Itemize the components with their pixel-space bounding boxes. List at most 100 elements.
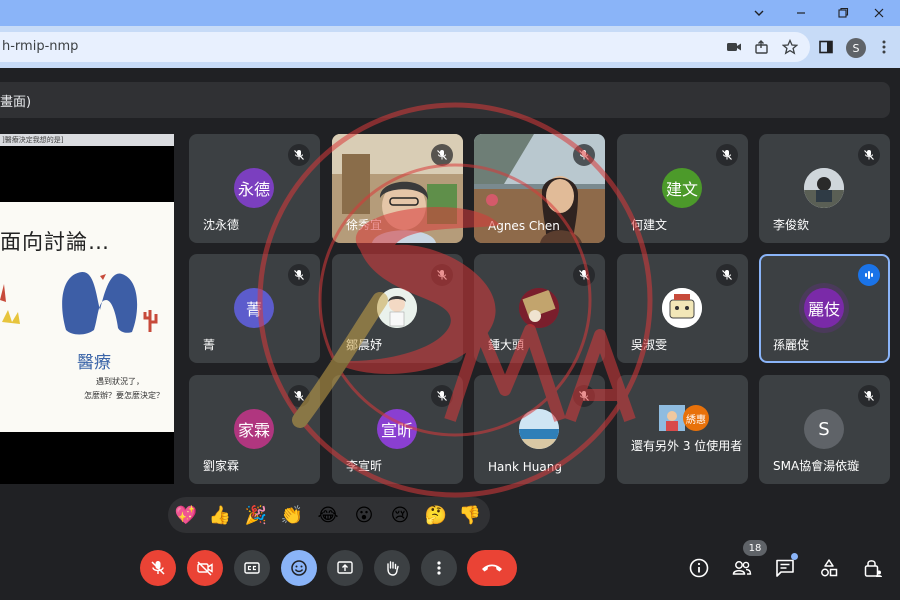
participant-name: 何建文	[631, 218, 668, 232]
participant-tile[interactable]: 鍾大頭	[474, 254, 605, 363]
reaction-laugh[interactable]: 😂	[315, 502, 341, 528]
participant-name: 孫麗伎	[773, 338, 810, 352]
mic-off-icon	[573, 264, 595, 286]
profile-avatar[interactable]: S	[846, 38, 866, 58]
reaction-party[interactable]: 🎉	[243, 502, 269, 528]
participant-tile[interactable]: S SMA協會湯依璇	[759, 375, 890, 484]
slide-keyword: 醫療	[77, 353, 111, 373]
raise-hand-button[interactable]	[374, 550, 410, 586]
meeting-details-button[interactable]	[686, 555, 712, 581]
shapes-icon	[821, 559, 838, 577]
participant-tile[interactable]: 徐秀宜	[332, 134, 463, 243]
info-icon	[689, 558, 709, 578]
slide-caption-line2: 怎麼辦？要怎麼決定？	[84, 391, 164, 400]
participant-tile[interactable]: 李俊欽	[759, 134, 890, 243]
captions-icon	[244, 562, 260, 574]
chat-unread-dot	[791, 553, 798, 560]
mic-off-icon	[288, 385, 310, 407]
avatar: 建文	[662, 168, 702, 208]
reaction-heart[interactable]: 💖	[173, 502, 199, 528]
avatar: 家霖	[234, 409, 274, 449]
camera-icon[interactable]	[724, 37, 744, 57]
mic-off-icon	[716, 264, 738, 286]
participant-tile-others[interactable]: 綉惠 還有另外 3 位使用者	[617, 375, 748, 484]
participant-tile[interactable]: 菁 菁	[189, 254, 320, 363]
lock-person-icon	[864, 560, 882, 577]
reactions-bar: 💖 👍 🎉 👏 😂 😮 😢 🤔 👎	[168, 497, 490, 533]
presentation-window-bar: ]醫療決定我想的是]	[0, 134, 174, 146]
avatar-photo	[519, 409, 559, 449]
reaction-cry[interactable]: 😢	[387, 502, 413, 528]
participant-tile[interactable]: 鄒晨妤	[332, 254, 463, 363]
presenting-banner: 畫面)	[0, 82, 890, 118]
avatar-photo	[519, 288, 559, 328]
more-menu-icon[interactable]	[874, 37, 894, 57]
participant-name: 鍾大頭	[488, 338, 525, 352]
participant-tile[interactable]: 吳淑雯	[617, 254, 748, 363]
participant-name: 沈永德	[203, 218, 240, 232]
avatar: 綉惠	[683, 405, 709, 431]
participant-tile-speaking[interactable]: 麗伎 孫麗伎	[759, 254, 890, 363]
more-options-button[interactable]	[421, 550, 457, 586]
hand-icon	[387, 561, 399, 576]
close-icon[interactable]	[858, 0, 900, 26]
participant-tile[interactable]: 家霖 劉家霖	[189, 375, 320, 484]
captions-button[interactable]	[234, 550, 270, 586]
avatar: 永德	[234, 168, 274, 208]
mic-toggle-button[interactable]	[140, 550, 176, 586]
avatar: 麗伎	[804, 288, 844, 328]
chevron-down-icon[interactable]	[738, 0, 780, 26]
participant-name: 還有另外 3 位使用者	[631, 439, 743, 453]
participant-tile[interactable]: 宣昕 李宣昕	[332, 375, 463, 484]
mic-off-icon	[858, 385, 880, 407]
leave-call-button[interactable]	[467, 550, 517, 586]
mic-off-icon	[573, 385, 595, 407]
participant-name: Hank Huang	[488, 460, 562, 474]
camera-off-icon	[197, 561, 213, 576]
smiley-icon	[291, 560, 307, 576]
present-icon	[337, 561, 353, 574]
presentation-window-title: ]醫療決定我想的是]	[2, 136, 64, 144]
participant-tile[interactable]: 永德 沈永德	[189, 134, 320, 243]
meet-window: h-rmip-nmp S 畫面) ]醫療決定我想的是] 面向討論… 醫療 遇到狀…	[0, 0, 900, 600]
mic-off-icon	[288, 144, 310, 166]
participant-tile[interactable]: 建文 何建文	[617, 134, 748, 243]
camera-toggle-button[interactable]	[187, 550, 223, 586]
emoji-reactions-button[interactable]	[281, 550, 317, 586]
mic-off-icon	[858, 144, 880, 166]
share-icon[interactable]	[752, 37, 772, 57]
reaction-thumbs-up[interactable]: 👍	[207, 502, 233, 528]
host-controls-button[interactable]	[860, 555, 886, 581]
participant-name: 劉家霖	[203, 459, 240, 473]
mic-off-icon	[288, 264, 310, 286]
avatar-photo	[659, 405, 685, 431]
mic-off-icon	[431, 144, 453, 166]
reaction-clap[interactable]: 👏	[279, 502, 305, 528]
people-button[interactable]	[729, 555, 755, 581]
participant-name: 李宣昕	[346, 459, 383, 473]
reaction-surprised[interactable]: 😮	[351, 502, 377, 528]
address-bar[interactable]: h-rmip-nmp	[0, 32, 810, 62]
present-screen-button[interactable]	[327, 550, 363, 586]
activities-button[interactable]	[816, 555, 842, 581]
slide-title: 面向討論…	[0, 230, 110, 254]
phone-hangup-icon	[482, 564, 502, 572]
participant-tile[interactable]: Hank Huang	[474, 375, 605, 484]
minimize-icon[interactable]	[780, 0, 822, 26]
avatar-photo	[377, 288, 417, 328]
participant-name: 李俊欽	[773, 218, 810, 232]
reaction-thumbs-down[interactable]: 👎	[457, 502, 483, 528]
presenting-label: 畫面)	[0, 95, 32, 110]
mic-off-icon	[716, 144, 738, 166]
url-text: h-rmip-nmp	[2, 39, 79, 54]
reaction-thinking[interactable]: 🤔	[423, 502, 449, 528]
avatar: S	[804, 409, 844, 449]
participant-tile[interactable]: Agnes Chen	[474, 134, 605, 243]
avatar: 菁	[234, 288, 274, 328]
bookmark-star-icon[interactable]	[780, 37, 800, 57]
participant-name: SMA協會湯依璇	[773, 459, 860, 473]
more-vertical-icon	[437, 561, 441, 575]
chat-icon	[776, 559, 794, 577]
sidepanel-icon[interactable]	[816, 37, 836, 57]
participant-name: Agnes Chen	[488, 219, 560, 233]
